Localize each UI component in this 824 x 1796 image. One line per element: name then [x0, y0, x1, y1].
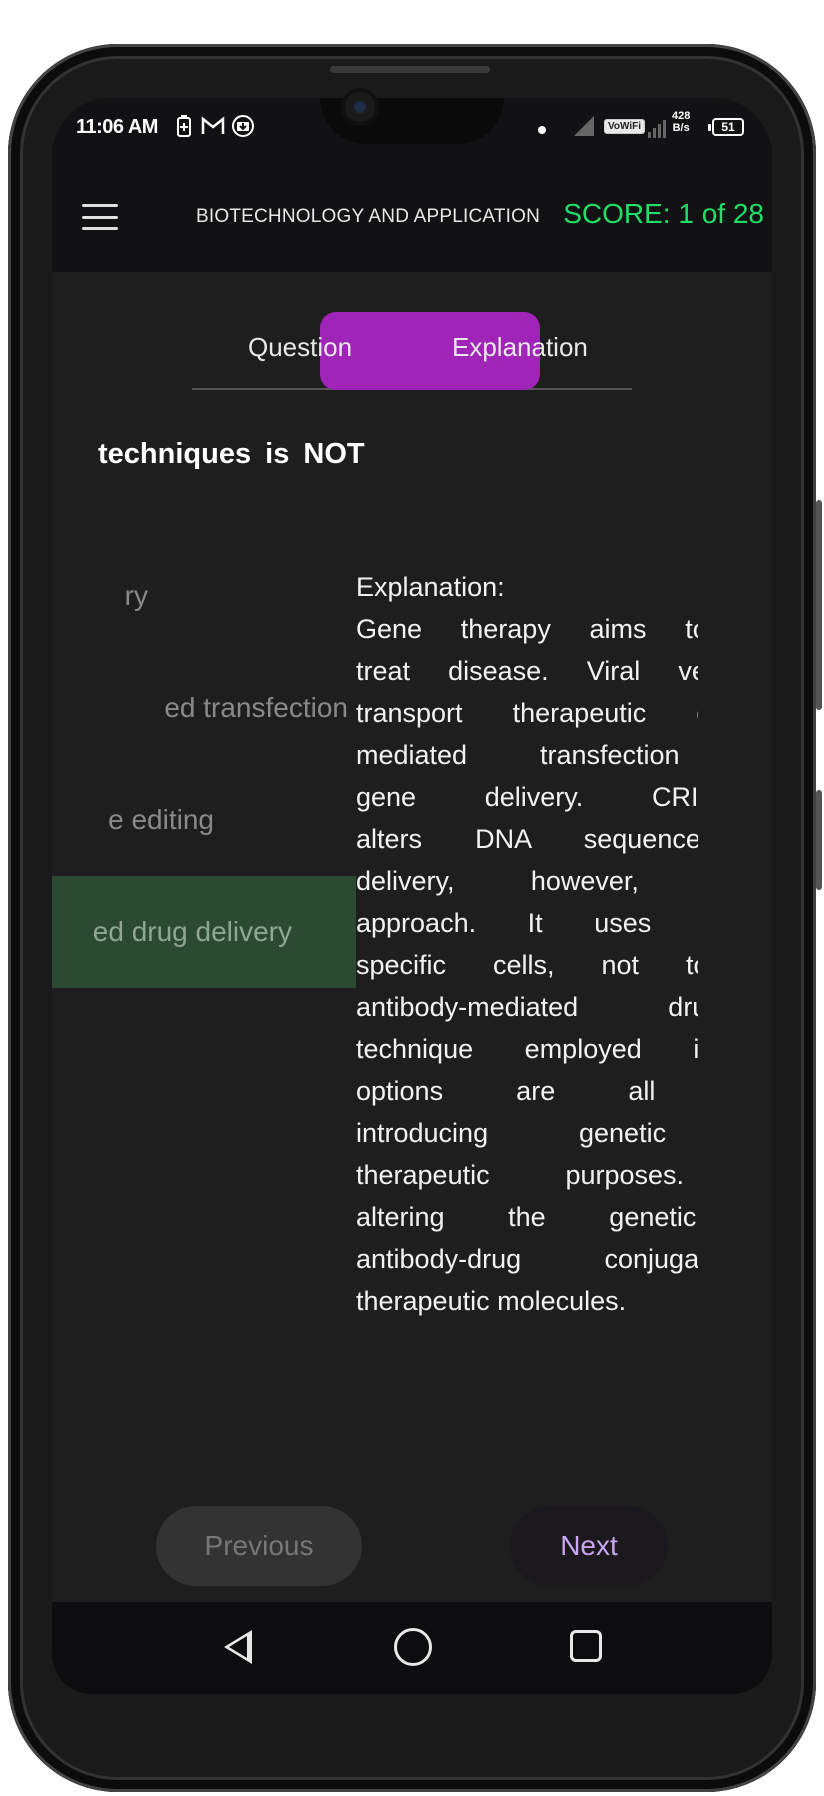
score-label: SCORE: 1 of 28 — [563, 198, 764, 229]
explanation-line: gene delivery. CRISPR-Cas9 — [356, 782, 698, 812]
answer-option[interactable]: e editing — [52, 764, 356, 876]
screen: 11:06 AM VoWiFi 428 B/s 51 BIOTECHNOLOGY… — [52, 98, 772, 1694]
signal-icon — [574, 116, 594, 136]
explanation-line: mediated transfection emplo — [356, 740, 698, 770]
home-icon[interactable] — [394, 1628, 432, 1666]
explanation-line: therapeutic purposes. Gene — [356, 1160, 698, 1190]
status-time: 11:06 AM — [76, 116, 158, 138]
explanation-heading: Explanation: — [356, 572, 505, 602]
answer-option-label: ed drug delivery — [92, 916, 292, 947]
recent-apps-icon[interactable] — [570, 1630, 602, 1662]
explanation-line: altering the genetic make — [356, 1202, 698, 1232]
explanation-line: antibody-drug conjugates f — [356, 1244, 698, 1274]
explanation-line: antibody-mediated drug c — [356, 992, 698, 1022]
explanation-panel: Explanation: Gene therapy aims to modify… — [356, 566, 698, 1322]
signal-bars-icon — [648, 116, 666, 138]
explanation-line: introducing genetic mater — [356, 1118, 698, 1148]
app-bar: BIOTECHNOLOGY AND APPLICATION SCORE: 1 o… — [52, 164, 772, 272]
answer-option[interactable]: ry — [52, 540, 356, 652]
download-icon — [230, 114, 256, 138]
answer-option[interactable]: ed transfection — [52, 652, 356, 764]
network-speed-value: 428 — [672, 110, 691, 122]
explanation-line: transport therapeutic genes i — [356, 698, 698, 728]
previous-button[interactable]: Previous — [156, 1506, 362, 1586]
volume-button — [816, 500, 822, 710]
tab-question[interactable]: Question — [248, 332, 352, 363]
gmail-icon — [200, 114, 226, 138]
explanation-line: options are all establisl — [356, 1076, 698, 1106]
battery-icon: 51 — [708, 118, 744, 136]
battery-saver-icon — [176, 114, 192, 138]
tab-explanation[interactable]: Explanation — [452, 332, 588, 363]
explanation-line: technique employed in gene — [356, 1034, 698, 1064]
answer-option-correct[interactable]: ed drug delivery — [52, 876, 356, 988]
next-button[interactable]: Next — [510, 1506, 668, 1586]
wifi-calling-icon: VoWiFi — [604, 119, 646, 134]
network-speed: 428 B/s — [672, 110, 690, 134]
explanation-line: therapeutic molecules. — [356, 1286, 627, 1316]
answer-option-label: e editing — [108, 804, 214, 835]
notification-dot-icon — [538, 126, 546, 134]
power-button — [816, 790, 822, 890]
explanation-line: alters DNA sequences. Antil — [356, 824, 698, 854]
explanation-line: specific cells, not to delive — [356, 950, 698, 980]
answer-option-label: ed transfection — [164, 692, 348, 723]
system-navigation-bar — [52, 1602, 772, 1694]
question-explanation-toggle: Question Explanation — [192, 312, 632, 390]
answer-option-label: ry — [124, 580, 148, 611]
app-title: BIOTECHNOLOGY AND APPLICATION — [196, 206, 541, 227]
explanation-line: approach. It uses antibodies — [356, 908, 698, 938]
earpiece-speaker — [330, 66, 490, 73]
question-text: techniques is NOT — [98, 438, 365, 470]
hamburger-menu-icon[interactable] — [82, 204, 118, 230]
front-camera — [345, 92, 375, 122]
network-speed-unit: B/s — [672, 122, 690, 134]
explanation-line: treat disease. Viral vector del — [356, 656, 698, 686]
explanation-line: Gene therapy aims to modify — [356, 614, 698, 644]
explanation-line: delivery, however, is a — [356, 866, 698, 896]
answer-options: ry ed transfection e editing ed drug del… — [52, 540, 356, 988]
back-icon[interactable] — [224, 1630, 252, 1664]
